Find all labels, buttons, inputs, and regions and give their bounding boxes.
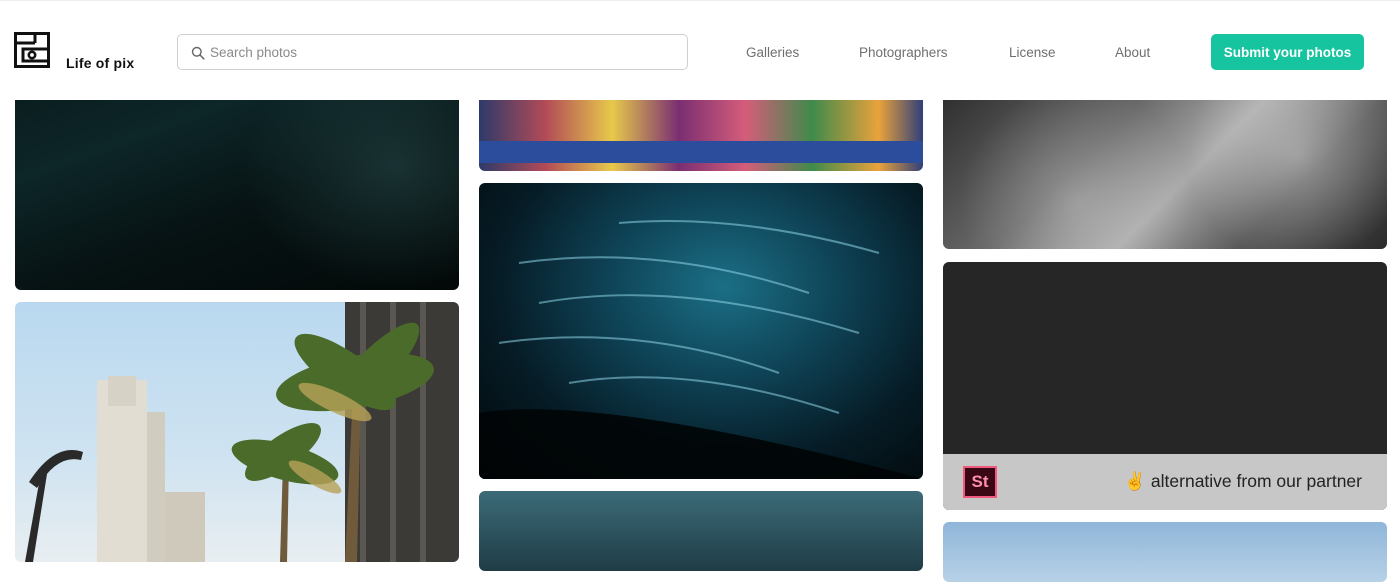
adobe-stock-logo: St (963, 466, 997, 498)
boat-decoration (479, 141, 923, 163)
victory-hand-icon: ✌ (1124, 471, 1147, 491)
search-icon (191, 46, 205, 60)
photo-palm-trees[interactable] (15, 302, 459, 562)
stock-ad-banner[interactable]: St ✌ alternative from our partner (943, 262, 1387, 510)
photo-sky[interactable] (943, 522, 1387, 582)
site-header: Life of pix Galleries Photographers Lice… (0, 0, 1400, 100)
photo-dark-wave[interactable] (15, 90, 459, 290)
ad-message: alternative from our partner (1150, 471, 1362, 491)
nav-license[interactable]: License (1009, 45, 1056, 60)
photo-bw-water[interactable] (943, 90, 1387, 249)
logo-icon[interactable] (14, 32, 50, 68)
photo-ocean-waves[interactable] (479, 183, 923, 479)
nav-photographers[interactable]: Photographers (859, 45, 948, 60)
submit-photos-button[interactable]: Submit your photos (1211, 34, 1364, 70)
photo-ocean-surface[interactable] (479, 491, 923, 571)
palm-scene (25, 302, 459, 562)
search-box[interactable] (177, 34, 688, 70)
ocean-streaks (479, 220, 923, 479)
ad-bar: St ✌ alternative from our partner (943, 454, 1387, 510)
nav-galleries[interactable]: Galleries (746, 45, 799, 60)
site-name[interactable]: Life of pix (66, 55, 134, 71)
ad-text: ✌ alternative from our partner (1124, 471, 1362, 492)
photo-flower-boat[interactable] (479, 90, 923, 171)
search-input[interactable] (210, 35, 670, 69)
nav-about[interactable]: About (1115, 45, 1150, 60)
